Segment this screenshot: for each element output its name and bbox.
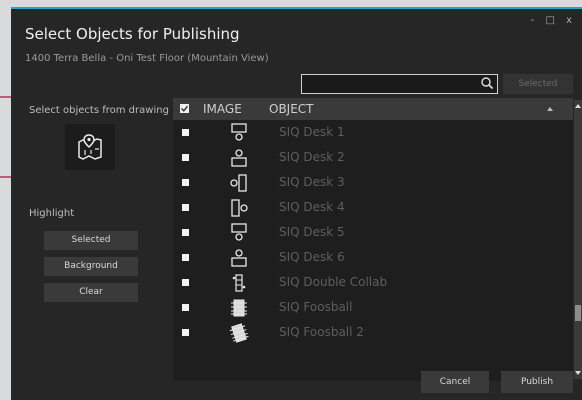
desk-down-icon [231,223,247,241]
row-checkbox[interactable] [182,254,189,261]
table-row[interactable]: SIQ Foosball [173,296,565,320]
select-all-checkbox[interactable] [180,104,189,113]
object-name: SIQ Desk 6 [279,250,345,264]
table-row[interactable]: SIQ Desk 1 [173,121,565,145]
objects-table: IMAGE OBJECT SIQ Desk 1 SIQ Desk 2 SIQ D… [173,98,573,381]
search-box[interactable] [301,74,498,94]
object-name: SIQ Foosball [279,300,353,314]
object-name: SIQ Desk 2 [279,150,345,164]
object-name: SIQ Desk 5 [279,225,345,239]
table-row[interactable]: SIQ Desk 3 [173,171,565,195]
column-header-image[interactable]: IMAGE [203,102,242,116]
desk-left-icon [230,174,247,192]
publish-dialog: - □ x Select Objects for Publishing 1400… [11,7,582,400]
table-row[interactable]: SIQ Desk 6 [173,246,565,270]
highlight-background-button[interactable]: Background [44,257,138,276]
row-checkbox[interactable] [182,304,189,311]
table-row[interactable]: SIQ Desk 2 [173,146,565,170]
sort-ascending-icon[interactable] [547,107,553,111]
select-from-drawing-button[interactable] [65,124,115,170]
highlight-clear-button[interactable]: Clear [44,283,138,302]
map-pin-icon [78,134,102,160]
cancel-button[interactable]: Cancel [421,371,489,393]
desk-down-icon [231,123,247,141]
window-controls[interactable]: - □ x [531,15,576,26]
object-name: SIQ Desk 3 [279,175,345,189]
dialog-title: Select Objects for Publishing [25,25,240,43]
row-checkbox[interactable] [182,279,189,286]
row-checkbox[interactable] [182,154,189,161]
background-marker [0,96,11,98]
search-icon[interactable] [480,76,494,90]
scroll-down-icon[interactable] [575,371,581,375]
row-checkbox[interactable] [182,129,189,136]
column-header-object[interactable]: OBJECT [269,102,314,116]
table-row[interactable]: SIQ Desk 5 [173,221,565,245]
desk-up-icon [231,249,247,267]
row-checkbox[interactable] [182,204,189,211]
table-row[interactable]: SIQ Double Collab [173,271,565,295]
highlight-label: Highlight [29,208,75,219]
show-selected-button[interactable]: Selected [503,74,573,94]
dialog-subtitle: 1400 Terra Bella - Oni Test Floor (Mount… [25,53,269,64]
background-marker [0,176,11,178]
collab-icon [232,274,246,292]
table-header: IMAGE OBJECT [173,98,573,120]
publish-button[interactable]: Publish [501,371,573,393]
row-checkbox[interactable] [182,229,189,236]
object-name: SIQ Double Collab [279,275,388,289]
scroll-up-icon[interactable] [575,104,581,108]
select-from-drawing-label: Select objects from drawing [29,105,169,116]
check-icon [181,105,189,112]
object-name: SIQ Desk 4 [279,200,345,214]
highlight-selected-button[interactable]: Selected [44,231,138,250]
object-name: SIQ Foosball 2 [279,325,364,339]
table-scrollbar[interactable] [574,100,582,379]
row-checkbox[interactable] [182,329,189,336]
table-row[interactable]: SIQ Foosball 2 [173,321,565,345]
search-input[interactable] [302,75,477,93]
object-name: SIQ Desk 1 [279,125,345,139]
foosball-icon [229,323,249,343]
row-checkbox[interactable] [182,179,189,186]
desk-up-icon [231,149,247,167]
scroll-thumb[interactable] [575,305,581,321]
desk-right-icon [231,199,248,217]
foosball-icon [231,299,247,317]
table-row[interactable]: SIQ Desk 4 [173,196,565,220]
